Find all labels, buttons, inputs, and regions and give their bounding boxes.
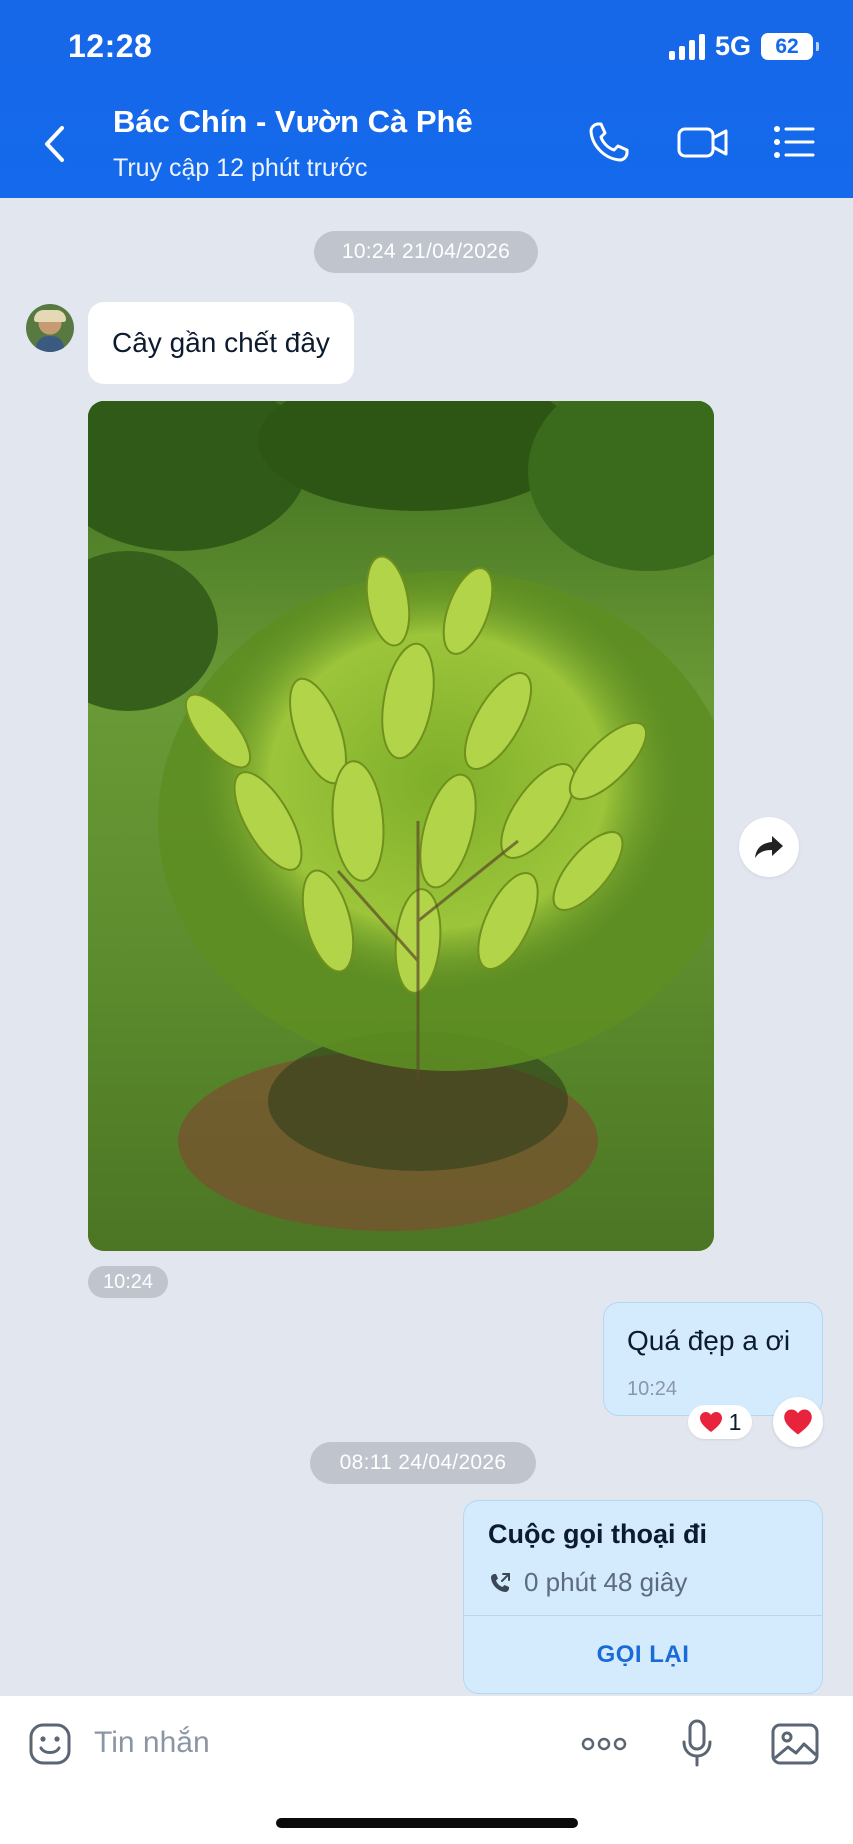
message-input-bar [0,1695,853,1844]
call-duration: 0 phút 48 giây [524,1567,688,1597]
share-icon [755,836,783,858]
call-log-card[interactable]: Cuộc gọi thoại đi 0 phút 48 giây GỌI LẠI [463,1500,823,1694]
call-duration-row: 0 phút 48 giây [488,1567,687,1598]
message-list[interactable]: 10:24 21/04/2026 Cây gần chết đây 10:24 … [0,198,853,1695]
network-label: 5G [714,31,751,61]
call-title: Cuộc gọi thoại đi [488,1519,707,1549]
more-options-button[interactable] [580,1732,628,1756]
send-image-button[interactable] [770,1722,820,1766]
phone-icon [589,122,629,162]
heart-icon [699,1412,722,1432]
incoming-message[interactable]: Cây gần chết đây [88,302,354,384]
date-separator: 08:11 24/04/2026 [310,1442,536,1484]
image-icon [771,1723,819,1765]
date-separator: 10:24 21/04/2026 [314,231,538,273]
chat-header: 12:28 5G 62 Bác Chín - Vườn Cà Phê Truy … [0,0,853,198]
outgoing-call-icon [491,1572,510,1592]
signal-icon [668,33,705,60]
back-button[interactable] [38,122,70,166]
outgoing-time: 10:24 [627,1378,678,1400]
react-button[interactable] [773,1397,823,1447]
emoji-icon [29,1723,71,1765]
forward-button[interactable] [739,817,799,877]
more-icon [581,1737,627,1751]
battery-icon: 62 [761,33,819,60]
photo-message[interactable] [88,401,714,1251]
message-input[interactable] [94,1718,534,1768]
reaction-summary[interactable]: 1 [688,1405,752,1439]
avatar[interactable] [26,304,74,352]
menu-button[interactable] [770,118,818,166]
call-back-button[interactable]: GỌI LẠI [464,1616,822,1693]
video-icon [677,127,728,158]
emoji-button[interactable] [28,1722,72,1766]
voice-call-button[interactable] [585,118,633,166]
home-indicator [276,1818,578,1828]
last-seen-status: Truy cập 12 phút trước [113,154,368,182]
video-call-button[interactable] [676,118,730,166]
heart-icon [784,1409,812,1435]
mic-icon [682,1719,712,1767]
outgoing-text: Quá đẹp a ơi [627,1325,791,1356]
voice-message-button[interactable] [680,1718,714,1770]
back-icon [45,126,64,162]
status-indicators: 5G 62 [668,31,819,62]
contact-name[interactable]: Bác Chín - Vườn Cà Phê [113,104,473,140]
menu-icon [774,126,815,158]
message-time: 10:24 [88,1266,168,1298]
coffee-plant-photo [88,401,714,1251]
status-time: 12:28 [68,28,153,64]
reaction-count: 1 [728,1408,742,1435]
